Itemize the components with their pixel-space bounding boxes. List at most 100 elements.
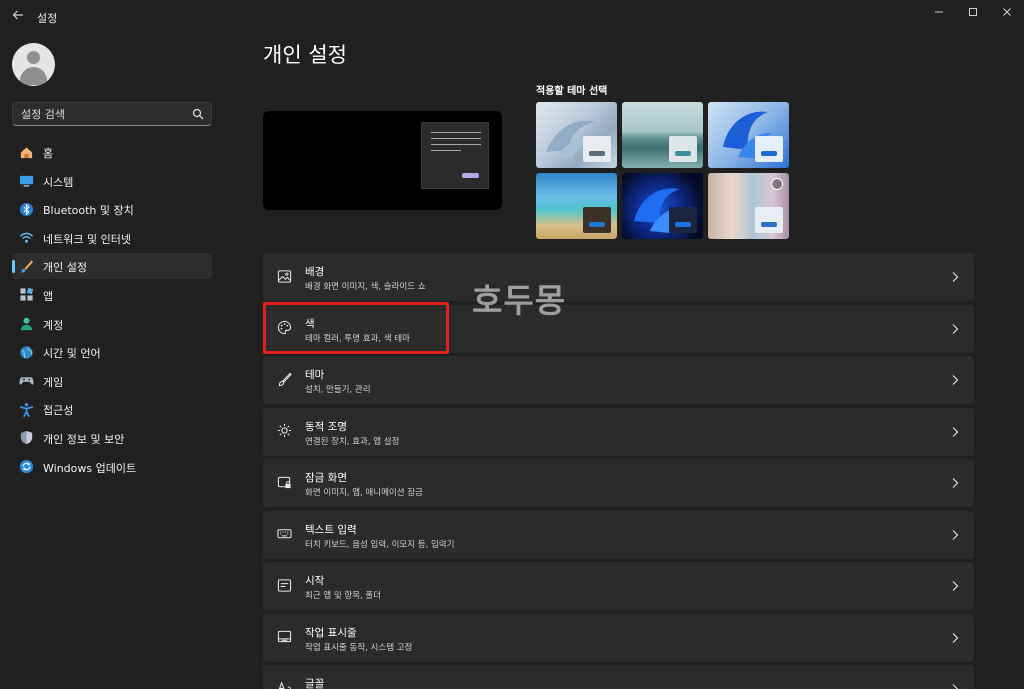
accessibility-icon [18, 401, 34, 417]
chevron-right-icon [952, 426, 959, 437]
card-subtitle: 배경 화면 이미지, 색, 슬라이드 쇼 [305, 282, 426, 292]
theme-tile-accent-bar [589, 222, 605, 227]
preview-line [431, 144, 481, 145]
shield-icon [18, 430, 34, 446]
sidebar-item-privacy[interactable]: 개인 정보 및 보안 [12, 425, 212, 451]
preview-line [431, 132, 481, 133]
theme-tile-lake[interactable] [622, 102, 703, 168]
card-subtitle: 터치 키보드, 음성 입력, 이모지 등, 입력기 [305, 539, 455, 550]
theme-tile-accent-bar [675, 222, 691, 227]
home-icon [18, 144, 34, 160]
settings-card-dynamic-lighting[interactable]: 동적 조명 연결된 장치, 효과, 앱 설정 [263, 407, 974, 456]
theme-picker-label: 적용할 테마 선택 [536, 86, 608, 97]
theme-tile-flowers[interactable] [708, 173, 789, 239]
card-title: 색 [305, 317, 315, 330]
sidebar-item-accounts[interactable]: 계정 [12, 311, 212, 337]
theme-tile-bloom-light[interactable] [536, 102, 617, 168]
settings-card-text-input[interactable]: 텍스트 입력 터치 키보드, 음성 입력, 이모지 등, 입력기 [263, 510, 974, 559]
sidebar-item-label: 접근성 [43, 404, 74, 418]
theme-tile-bloom-dark[interactable] [622, 173, 703, 239]
chevron-right-icon [952, 478, 959, 488]
globe-icon [18, 344, 34, 360]
settings-card-fonts[interactable]: 글꼴 [263, 665, 974, 689]
palette-icon [276, 320, 292, 336]
sidebar-item-accessibility[interactable]: 접근성 [12, 396, 212, 422]
start-icon [276, 577, 292, 593]
theme-tile-accent-bar [761, 151, 777, 156]
sidebar-item-apps[interactable]: 앱 [12, 282, 212, 308]
sidebar-item-label: 시간 및 언어 [43, 347, 101, 361]
lock-screen-icon [276, 474, 292, 490]
theme-tile-bloom-blue-light[interactable] [708, 102, 789, 168]
card-title: 텍스트 입력 [305, 523, 357, 536]
chevron-right-icon [952, 632, 959, 643]
chevron-right-icon [952, 375, 959, 385]
taskbar-icon [276, 629, 292, 645]
arrow-left-icon [12, 10, 23, 20]
settings-list: 배경 배경 화면 이미지, 색, 슬라이드 쇼 색 테마 컬러, 투명 효과, … [263, 253, 974, 689]
settings-card-taskbar[interactable]: 작업 표시줄 작업 표시줄 동작, 시스템 고정 [263, 613, 974, 662]
chevron-right-icon [952, 323, 959, 334]
sidebar-item-home[interactable]: 홈 [12, 139, 212, 165]
card-subtitle: 화면 이미지, 앱, 애니메이션 잠금 [305, 488, 423, 498]
theme-tile-chip [755, 136, 783, 162]
card-title: 시작 [305, 575, 325, 587]
theme-tile-accent-bar [675, 151, 691, 156]
lighting-icon [276, 423, 292, 439]
search-input[interactable] [13, 103, 183, 125]
gamepad-icon [18, 373, 34, 389]
wifi-icon [18, 230, 34, 246]
card-title: 작업 표시줄 [305, 626, 357, 639]
main-content: 개인 설정 적용할 테마 선택 배경 배경 화면 이미지, 색, 슬라이드 쇼 … [222, 0, 1024, 689]
card-subtitle: 작업 표시줄 동작, 시스템 고정 [305, 642, 413, 653]
sidebar-nav: 홈 시스템 Bluetooth 및 장치 네트워크 및 인터넷 개인 설정 앱 … [12, 139, 212, 482]
sidebar-item-network[interactable]: 네트워크 및 인터넷 [12, 225, 212, 251]
settings-card-start[interactable]: 시작 최근 앱 및 항목, 폴더 [263, 562, 974, 610]
watermark: 호두몽 [472, 281, 567, 320]
back-button[interactable] [10, 9, 26, 25]
theme-tile-beach[interactable] [536, 173, 617, 239]
chevron-right-icon [952, 529, 959, 540]
sidebar-item-label: 앱 [43, 289, 54, 303]
avatar-body [20, 67, 47, 85]
keyboard-icon [276, 526, 292, 542]
system-icon [18, 173, 34, 189]
sidebar-item-personalization[interactable]: 개인 설정 [12, 253, 212, 280]
settings-card-colors[interactable]: 색 테마 컬러, 투명 효과, 색 테마 [263, 304, 974, 353]
sidebar-item-label: 개인 정보 및 보안 [43, 432, 125, 446]
font-icon [276, 679, 292, 689]
theme-tile-chip [669, 136, 697, 162]
card-title: 배경 [305, 266, 325, 278]
sidebar-item-time-language[interactable]: 시간 및 언어 [12, 339, 212, 365]
theme-tile-chip [669, 207, 697, 233]
theme-tile-accent-bar [761, 222, 777, 227]
preview-line [431, 138, 481, 139]
settings-card-lock-screen[interactable]: 잠금 화면 화면 이미지, 앱, 애니메이션 잠금 [263, 459, 974, 507]
sidebar-item-bluetooth[interactable]: Bluetooth 및 장치 [12, 196, 212, 222]
theme-grid [536, 102, 789, 239]
account-icon [18, 316, 34, 332]
sidebar-item-windows-update[interactable]: Windows 업데이트 [12, 454, 212, 480]
card-title: 테마 [305, 369, 325, 381]
sidebar-item-system[interactable]: 시스템 [12, 168, 212, 194]
card-subtitle: 최근 앱 및 항목, 폴더 [305, 591, 382, 601]
sidebar-item-label: Bluetooth 및 장치 [43, 204, 134, 218]
theme-tile-accent-bar [589, 151, 605, 156]
picture-icon [276, 268, 292, 284]
settings-card-background[interactable]: 배경 배경 화면 이미지, 색, 슬라이드 쇼 [263, 253, 974, 301]
chevron-right-icon [952, 684, 959, 689]
theme-preview [263, 111, 502, 210]
settings-card-themes[interactable]: 테마 설치, 만들기, 관리 [263, 356, 974, 404]
sidebar-item-gaming[interactable]: 게임 [12, 368, 212, 394]
sidebar-item-label: 게임 [43, 375, 64, 389]
search-icon[interactable] [192, 108, 204, 120]
preview-window [421, 122, 489, 189]
app-title: 설정 [37, 12, 58, 25]
card-subtitle: 설치, 만들기, 관리 [305, 385, 371, 395]
update-icon [18, 459, 34, 475]
theme-tile-chip [583, 136, 611, 162]
sidebar: 홈 시스템 Bluetooth 및 장치 네트워크 및 인터넷 개인 설정 앱 … [0, 34, 222, 689]
avatar[interactable] [12, 43, 55, 86]
slideshow-badge-icon [771, 178, 783, 190]
sidebar-item-label: 개인 설정 [43, 261, 87, 275]
